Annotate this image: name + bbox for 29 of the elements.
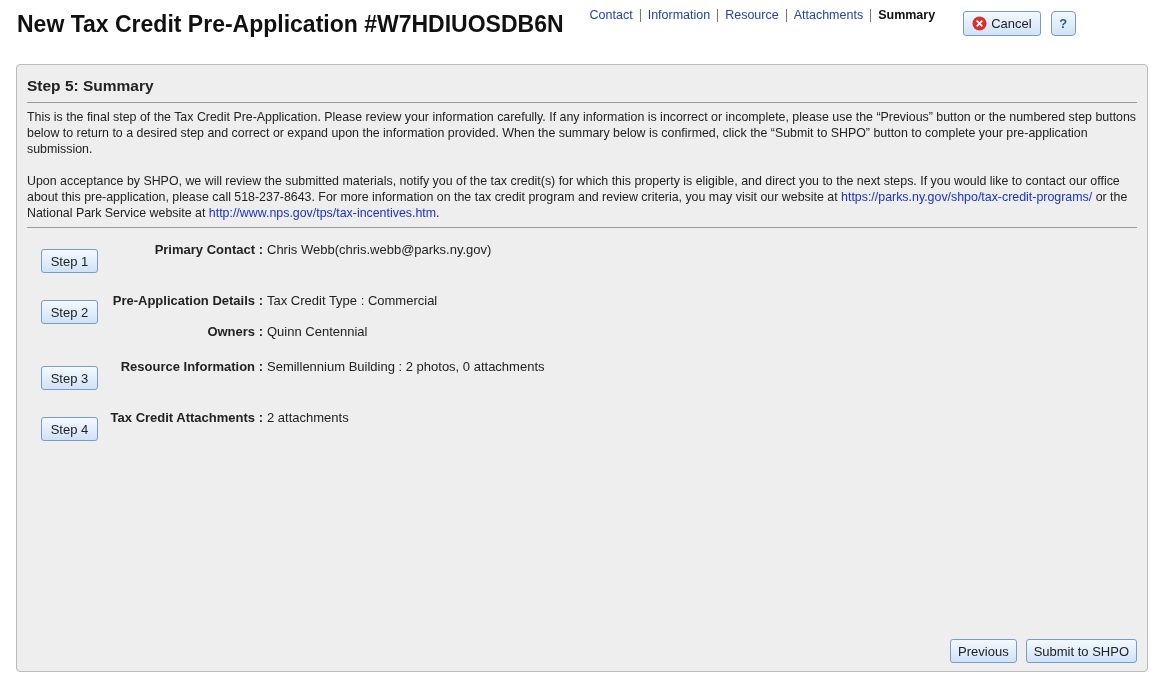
intro-paragraph: This is the final step of the Tax Credit Pre-Application. Please review your information carefully. If any information is incorrect or incomplete, please use the “Previous” button or the numbered step buttons below to return to a desired step and correct or expand upon the information provided. When the summary below is confirmed, click the “Submit to SHPO” button to complete your pre-application submission. <box>27 109 1137 157</box>
field-value: 2 attachments <box>267 410 349 425</box>
nav-link[interactable]: Summary <box>878 8 936 22</box>
field-label: Pre-Application Details : <box>111 293 264 308</box>
nav-button[interactable]: Submit to SHPO <box>1025 639 1137 663</box>
field-value: Semillennium Building : 2 photos, 0 attachments <box>267 359 545 374</box>
nav-link[interactable]: Contact <box>589 8 633 22</box>
nav-link[interactable]: Attachments <box>793 8 864 22</box>
nav-link[interactable]: Resource <box>725 8 779 22</box>
field-label: Resource Information : <box>119 359 264 374</box>
step-button[interactable]: Step 3 <box>41 366 98 390</box>
panel-heading: Step 5: Summary <box>27 73 1137 103</box>
step-button[interactable]: Step 2 <box>41 300 98 324</box>
help-button[interactable]: ? <box>1050 11 1076 36</box>
field-label: Primary Contact : <box>153 242 264 257</box>
field-label: Owners : <box>206 324 264 339</box>
step-button[interactable]: Step 4 <box>41 417 98 441</box>
field-value: Quinn Centennial <box>267 324 368 339</box>
field-value: Tax Credit Type : Commercial <box>267 293 438 308</box>
field-label: Tax Credit Attachments : <box>109 410 264 425</box>
cancel-button[interactable]: Cancel <box>963 11 1041 36</box>
page-title: New Tax Credit Pre-Application #W7HDIUOSDB6N <box>17 11 564 38</box>
intro-paragraph: Upon acceptance by SHPO, we will review the submitted materials, notify you of the tax credit(s) for which this property is eligible, and direct you to the next steps. If you would like to contact our office about this pre-application, please call 518-237-8643. For more information on the tax credit program and review criteria, you may visit our website at https://parks.ny.gov/shpo/tax-credit-programs/ or the National Park Service website at http://www.nps.gov/tps/tax-incentives.htm. <box>27 173 1129 221</box>
nav-button[interactable]: Previous <box>950 639 1017 663</box>
field-value: Chris Webb(chris.webb@parks.ny.gov) <box>267 242 492 257</box>
step-button[interactable]: Step 1 <box>41 249 98 273</box>
close-icon <box>972 16 988 31</box>
nav-link[interactable]: Information <box>647 8 711 22</box>
website-link[interactable]: https://parks.ny.gov/shpo/tax-credit-programs/ <box>841 190 1093 204</box>
